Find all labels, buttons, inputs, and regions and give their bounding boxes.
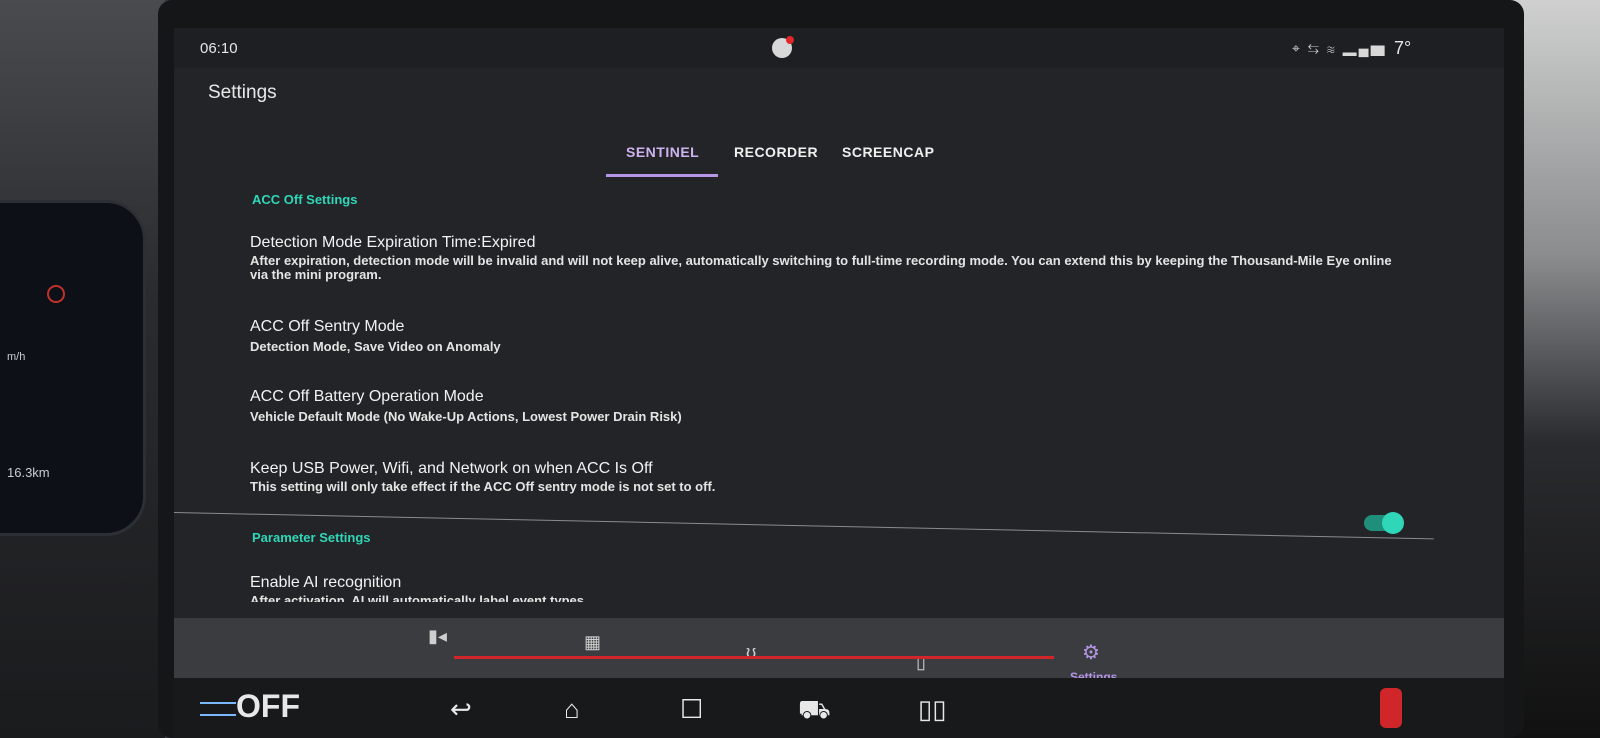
keep-usb-toggle[interactable] [1364,512,1404,534]
home-icon[interactable]: ⌂ [564,694,580,725]
setting-keep-usb-title[interactable]: Keep USB Power, Wifi, and Network on whe… [250,460,653,478]
tab-recorder[interactable]: RECORDER [734,144,818,160]
cluster-odometer: 16.3km [7,465,50,480]
car-icon[interactable]: ⛟ [798,694,831,729]
setting-sentry-mode-desc: Detection Mode, Save Video on Anomaly [250,339,501,354]
tab-screencap[interactable]: SCREENCAP [842,144,934,160]
setting-detection-expiration-title[interactable]: Detection Mode Expiration Time:Expired [250,234,535,252]
active-tab-underline [606,174,718,177]
camera-icon[interactable]: ▮◂ [428,626,447,647]
split-screen-icon[interactable]: ▯▯ [918,694,947,725]
off-logo[interactable]: OFF [236,688,300,725]
setting-ai-recognition-title[interactable]: Enable AI recognition [250,574,401,592]
status-bar: 06:10 ⌖ ⇆ ≋ ▂▄▆ 7° [174,28,1504,68]
back-icon[interactable]: ↩ [450,694,472,725]
infotainment-screen: 06:10 ⌖ ⇆ ≋ ▂▄▆ 7° Settings SENTINEL REC… [174,28,1504,738]
page-title: Settings [208,82,277,103]
setting-ai-recognition-desc: After activation, AI will automatically … [250,594,585,602]
system-bar [174,678,1504,738]
parking-brake-icon [47,285,65,303]
settings-gear-icon[interactable]: ⚙ [1082,640,1100,665]
setting-keep-usb-desc: This setting will only take effect if th… [250,479,716,494]
temperature: 7° [1394,38,1412,58]
setting-detection-expiration-desc: After expiration, detection mode will be… [250,253,1392,282]
tab-sentinel[interactable]: SENTINEL [626,144,699,160]
cluster-speed-unit: m/h [7,351,26,363]
setting-battery-mode-desc: Vehicle Default Mode (No Wake-Up Actions… [250,409,682,424]
section-parameter: Parameter Settings [252,530,371,545]
status-icons: ⌖ ⇆ ≋ ▂▄▆ [1292,40,1387,56]
status-time: 06:10 [200,40,238,57]
section-acc-off: ACC Off Settings [252,192,358,207]
toggle-knob [1382,512,1404,534]
grid-icon[interactable]: ▦ [584,632,601,653]
car-interior-left: m/h 16.3km [0,0,165,738]
notification-dot [786,36,794,44]
red-indicator [1380,688,1402,728]
recents-icon[interactable]: ☐ [680,694,703,725]
route-icon[interactable]: ʊ [746,642,756,663]
bottom-nav: ▮◂ ▦ ʊ ▯ ⚙ Settings [174,618,1504,684]
off-logo-lines [200,702,236,716]
accent-strip [454,656,1054,659]
instrument-cluster: m/h 16.3km [0,200,146,536]
setting-battery-mode-title[interactable]: ACC Off Battery Operation Mode [250,388,484,406]
setting-sentry-mode-title[interactable]: ACC Off Sentry Mode [250,318,404,336]
